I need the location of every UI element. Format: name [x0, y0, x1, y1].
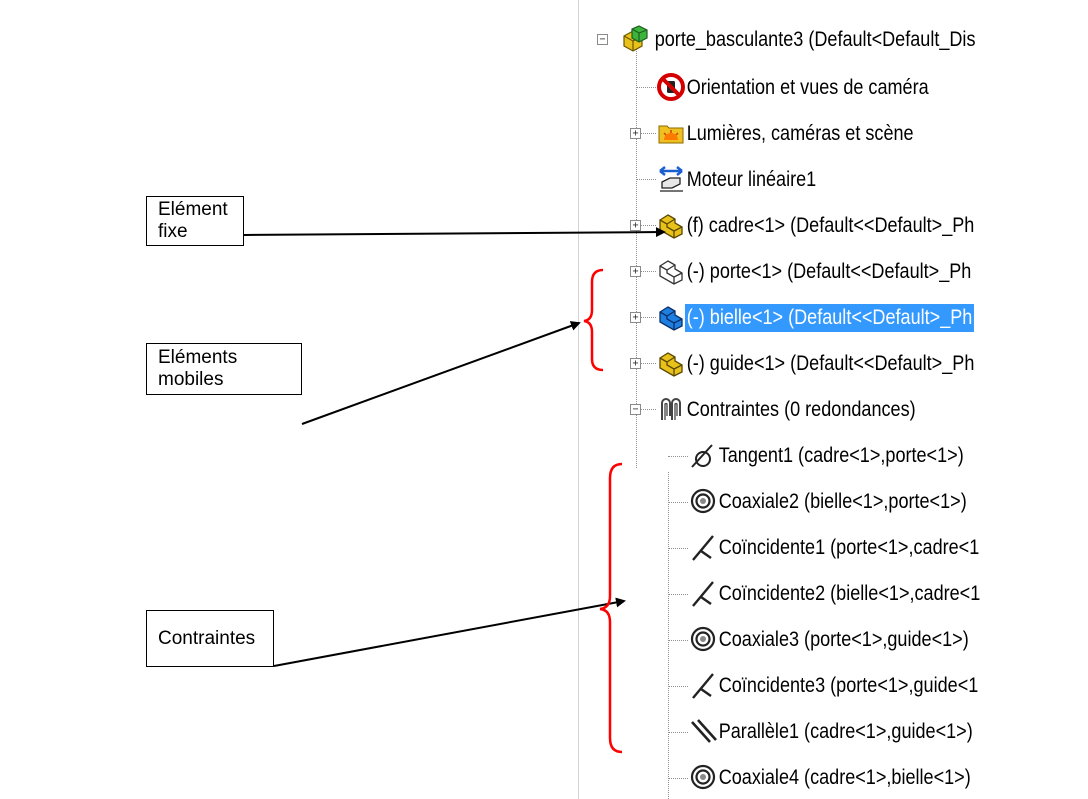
tree-item-cadre[interactable]: + (f) cadre<1> (Default<<Default>_Ph	[579, 206, 1088, 244]
arrow-to-mobile-parts	[301, 321, 581, 425]
tree-item-mate[interactable]: Tangent1 (cadre<1>,porte<1>)	[579, 436, 1088, 474]
part-icon	[655, 301, 687, 333]
lights-folder-icon	[655, 117, 687, 149]
expand-toggle[interactable]: +	[630, 220, 641, 231]
tree-item-motor[interactable]: Moteur linéaire1	[579, 160, 1088, 198]
tree-item-label: Coïncidente3 (porte<1>,guide<1	[718, 674, 979, 697]
coaxial-mate-icon	[687, 485, 719, 517]
tree-item-label: Tangent1 (cadre<1>,porte<1>)	[718, 444, 964, 467]
tree-item-mate[interactable]: Coaxiale2 (bielle<1>,porte<1>)	[579, 482, 1088, 520]
tree-item-mate[interactable]: Coaxiale4 (cadre<1>,bielle<1>)	[579, 758, 1088, 796]
tree-item-root[interactable]: − porte_basculante3 (Default<Default_Dis	[579, 20, 1088, 58]
coaxial-mate-icon	[687, 761, 719, 793]
tree-item-label: (-) porte<1> (Default<<Default>_Ph	[686, 260, 972, 283]
tree-item-label: Contraintes (0 redondances)	[686, 398, 916, 421]
expand-toggle[interactable]: +	[630, 128, 641, 139]
tree-item-mate[interactable]: Coïncidente1 (porte<1>,cadre<1	[579, 528, 1088, 566]
tree-item-label: Coïncidente2 (bielle<1>,cadre<1	[718, 582, 981, 605]
tree-item-mate[interactable]: Coïncidente3 (porte<1>,guide<1	[579, 666, 1088, 704]
callout-mobile-elements: Eléments mobiles	[146, 343, 302, 395]
expand-toggle[interactable]: +	[630, 312, 641, 323]
callout-label: Elément fixe	[158, 199, 228, 242]
camera-orientation-icon	[655, 71, 687, 103]
mates-folder-icon	[655, 393, 687, 425]
tree-item-lights[interactable]: + Lumières, caméras et scène	[579, 114, 1088, 152]
feature-tree-panel: − porte_basculante3 (Default<Default_Dis…	[578, 0, 1088, 799]
coincident-mate-icon	[687, 669, 719, 701]
tree-item-orientation[interactable]: Orientation et vues de caméra	[579, 68, 1088, 106]
tree-item-label: porte_basculante3 (Default<Default_Dis	[654, 28, 976, 51]
coincident-mate-icon	[687, 531, 719, 563]
tree-item-label: Parallèle1 (cadre<1>,guide<1>)	[718, 720, 973, 743]
tree-item-label: Coaxiale2 (bielle<1>,porte<1>)	[718, 490, 967, 513]
tree-item-label: Coaxiale4 (cadre<1>,bielle<1>)	[718, 766, 971, 789]
tree-item-porte[interactable]: + (-) porte<1> (Default<<Default>_Ph	[579, 252, 1088, 290]
part-icon	[655, 255, 687, 287]
tree-item-label: (f) cadre<1> (Default<<Default>_Ph	[686, 214, 975, 237]
tree-item-guide[interactable]: + (-) guide<1> (Default<<Default>_Ph	[579, 344, 1088, 382]
callout-label: Contraintes	[158, 627, 256, 649]
tree-item-label: Coïncidente1 (porte<1>,cadre<1	[718, 536, 980, 559]
tree-item-mate[interactable]: Coïncidente2 (bielle<1>,cadre<1	[579, 574, 1088, 612]
tree-item-label: Orientation et vues de caméra	[686, 76, 929, 99]
tree-item-bielle[interactable]: + (-) bielle<1> (Default<<Default>_Ph	[579, 298, 1088, 336]
tree-item-constraints[interactable]: − Contraintes (0 redondances)	[579, 390, 1088, 428]
tree-item-label: (-) guide<1> (Default<<Default>_Ph	[686, 352, 975, 375]
coaxial-mate-icon	[687, 623, 719, 655]
callout-label: Eléments mobiles	[158, 347, 238, 390]
tree-item-label: Moteur linéaire1	[686, 168, 817, 191]
callout-fixed-element: Elément fixe	[146, 196, 244, 246]
callout-constraints: Contraintes	[146, 610, 274, 667]
coincident-mate-icon	[687, 577, 719, 609]
assembly-icon	[619, 23, 651, 55]
tree-item-label: Coaxiale3 (porte<1>,guide<1>)	[718, 628, 969, 651]
expand-toggle[interactable]: +	[630, 266, 641, 277]
tree-item-mate[interactable]: Parallèle1 (cadre<1>,guide<1>)	[579, 712, 1088, 750]
tree-item-label-selected: (-) bielle<1> (Default<<Default>_Ph	[685, 304, 975, 332]
tree-item-label: Lumières, caméras et scène	[686, 122, 914, 145]
part-icon	[655, 347, 687, 379]
linear-motor-icon	[655, 163, 687, 195]
collapse-toggle[interactable]: −	[630, 404, 641, 415]
part-icon	[655, 209, 687, 241]
collapse-toggle[interactable]: −	[597, 34, 608, 45]
expand-toggle[interactable]: +	[630, 358, 641, 369]
tree-item-mate[interactable]: Coaxiale3 (porte<1>,guide<1>)	[579, 620, 1088, 658]
parallel-mate-icon	[687, 715, 719, 747]
arrow-to-constraints	[273, 597, 626, 667]
tangent-mate-icon	[687, 439, 719, 471]
